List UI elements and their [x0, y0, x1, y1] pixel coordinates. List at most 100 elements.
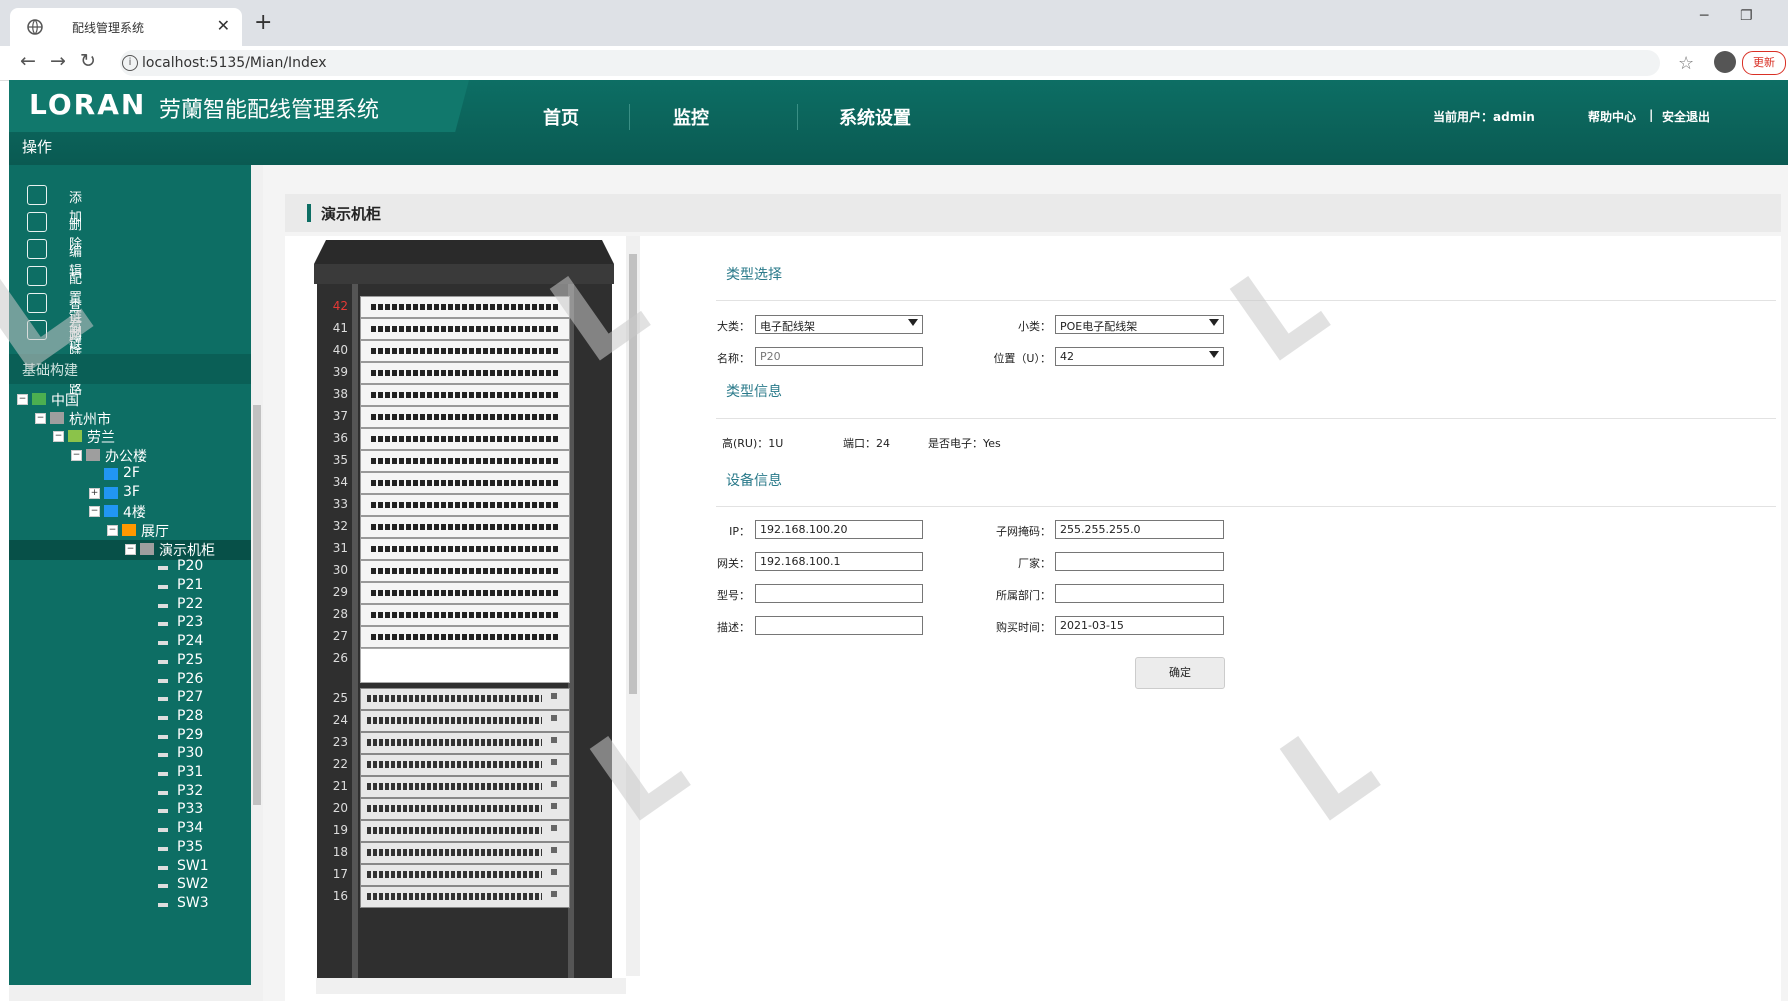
scroll-thumb[interactable]: [253, 405, 261, 805]
bookmark-star-icon[interactable]: ☆: [1678, 53, 1694, 74]
patch-panel[interactable]: [360, 538, 570, 560]
confirm-button[interactable]: 确定: [1135, 657, 1225, 689]
browser-tab[interactable]: 配线管理系统 ✕: [10, 8, 242, 46]
help-link[interactable]: 帮助中心: [1588, 108, 1636, 125]
rack-scrollbar[interactable]: [626, 236, 640, 976]
sidebar-hscrollbar[interactable]: [9, 985, 260, 1001]
name-input[interactable]: P20: [755, 347, 923, 366]
tree-node[interactable]: − 展厅: [9, 521, 260, 541]
gateway-input[interactable]: 192.168.100.1: [755, 552, 923, 571]
collapse-icon[interactable]: −: [53, 431, 64, 443]
desc-input[interactable]: [755, 616, 923, 635]
patch-panel[interactable]: [360, 340, 570, 362]
tree-leaf[interactable]: P24: [9, 633, 260, 653]
switch-device[interactable]: [360, 797, 570, 820]
ip-input[interactable]: 192.168.100.20: [755, 520, 923, 539]
collapse-icon[interactable]: −: [107, 524, 118, 536]
tree-node[interactable]: − 劳兰: [9, 427, 260, 447]
model-input[interactable]: [755, 584, 923, 603]
back-icon[interactable]: ←: [20, 50, 36, 72]
patch-panel[interactable]: [360, 626, 570, 648]
switch-device[interactable]: [360, 731, 570, 754]
switch-device[interactable]: [360, 863, 570, 886]
tree-leaf[interactable]: P22: [9, 596, 260, 616]
tree-node[interactable]: +3F: [9, 484, 260, 504]
tree-leaf[interactable]: P23: [9, 614, 260, 634]
tree-leaf[interactable]: P34: [9, 820, 260, 840]
minimize-icon[interactable]: ─: [1700, 8, 1708, 24]
patch-panel[interactable]: [360, 296, 570, 318]
tree-leaf[interactable]: P32: [9, 783, 260, 803]
logout-link[interactable]: 安全退出: [1662, 108, 1710, 125]
collapse-icon[interactable]: −: [71, 450, 82, 462]
switch-device[interactable]: [360, 819, 570, 842]
tree-leaf[interactable]: P21: [9, 577, 260, 597]
tree-node[interactable]: 2F: [9, 465, 260, 485]
patch-panel[interactable]: [360, 450, 570, 472]
reload-icon[interactable]: ↻: [80, 50, 96, 72]
collapse-icon[interactable]: −: [125, 543, 136, 555]
major-select[interactable]: 电子配线架: [755, 315, 923, 334]
tree-leaf[interactable]: P20: [9, 558, 260, 578]
tree-leaf[interactable]: SW3: [9, 895, 260, 915]
minor-select[interactable]: POE电子配线架: [1055, 315, 1224, 334]
patch-panel[interactable]: [360, 604, 570, 626]
tree-node[interactable]: − 4楼: [9, 502, 260, 522]
purchase-input[interactable]: 2021-03-15: [1055, 616, 1224, 635]
tree-leaf[interactable]: SW1: [9, 858, 260, 878]
rack-scroll-thumb[interactable]: [629, 254, 637, 694]
tree-leaf[interactable]: P25: [9, 652, 260, 672]
patch-panel[interactable]: [360, 384, 570, 406]
mask-input[interactable]: 255.255.255.0: [1055, 520, 1224, 539]
collapse-icon[interactable]: −: [89, 506, 100, 518]
patch-panel[interactable]: [360, 318, 570, 340]
switch-device[interactable]: [360, 775, 570, 798]
switch-device[interactable]: [360, 709, 570, 732]
switch-device[interactable]: [360, 753, 570, 776]
collapse-icon[interactable]: −: [17, 394, 28, 405]
tree-leaf[interactable]: P35: [9, 839, 260, 859]
tree-node[interactable]: − 杭州市: [9, 409, 260, 429]
restore-icon[interactable]: ❐: [1740, 8, 1753, 24]
update-button[interactable]: 更新: [1742, 51, 1786, 75]
tree-leaf[interactable]: P28: [9, 708, 260, 728]
patch-panel[interactable]: [360, 516, 570, 538]
tree-leaf[interactable]: P33: [9, 801, 260, 821]
tree-leaf[interactable]: P26: [9, 671, 260, 691]
nav-home[interactable]: 首页: [543, 104, 579, 130]
tree-leaf[interactable]: P27: [9, 689, 260, 709]
patch-panel[interactable]: [360, 406, 570, 428]
sidebar-scrollbar[interactable]: [251, 165, 263, 1001]
forward-icon[interactable]: →: [50, 50, 66, 72]
nav-monitor[interactable]: 监控: [673, 104, 709, 130]
rack-hscrollbar[interactable]: [316, 978, 626, 994]
switch-device[interactable]: [360, 841, 570, 864]
patch-panel[interactable]: [360, 582, 570, 604]
tab-close-icon[interactable]: ✕: [217, 16, 230, 35]
new-tab-icon[interactable]: +: [254, 10, 272, 35]
patch-panel[interactable]: [360, 428, 570, 450]
tree-node[interactable]: − 演示机柜: [9, 539, 260, 560]
dept-input[interactable]: [1055, 584, 1224, 603]
site-info-icon[interactable]: i: [122, 55, 138, 71]
tree-leaf[interactable]: P30: [9, 745, 260, 765]
tree-leaf[interactable]: P31: [9, 764, 260, 784]
patch-panel[interactable]: [360, 362, 570, 384]
profile-avatar-icon[interactable]: [1714, 51, 1736, 73]
url-field[interactable]: i localhost:5135/Mian/Index: [120, 50, 1660, 76]
vendor-input[interactable]: [1055, 552, 1224, 571]
expand-icon[interactable]: +: [89, 487, 100, 499]
collapse-icon[interactable]: −: [35, 412, 46, 424]
nav-settings[interactable]: 系统设置: [839, 104, 911, 130]
tree-leaf[interactable]: SW2: [9, 876, 260, 896]
patch-panel[interactable]: [360, 494, 570, 516]
tree-node[interactable]: − 中国: [9, 390, 260, 410]
patch-panel[interactable]: [360, 472, 570, 494]
patch-panel[interactable]: [360, 560, 570, 582]
blank-slot[interactable]: [360, 648, 570, 683]
switch-device[interactable]: [360, 687, 570, 710]
tree-leaf[interactable]: P29: [9, 727, 260, 747]
tree-node[interactable]: − 办公楼: [9, 446, 260, 466]
position-select[interactable]: 42: [1055, 347, 1224, 366]
switch-device[interactable]: [360, 885, 570, 908]
